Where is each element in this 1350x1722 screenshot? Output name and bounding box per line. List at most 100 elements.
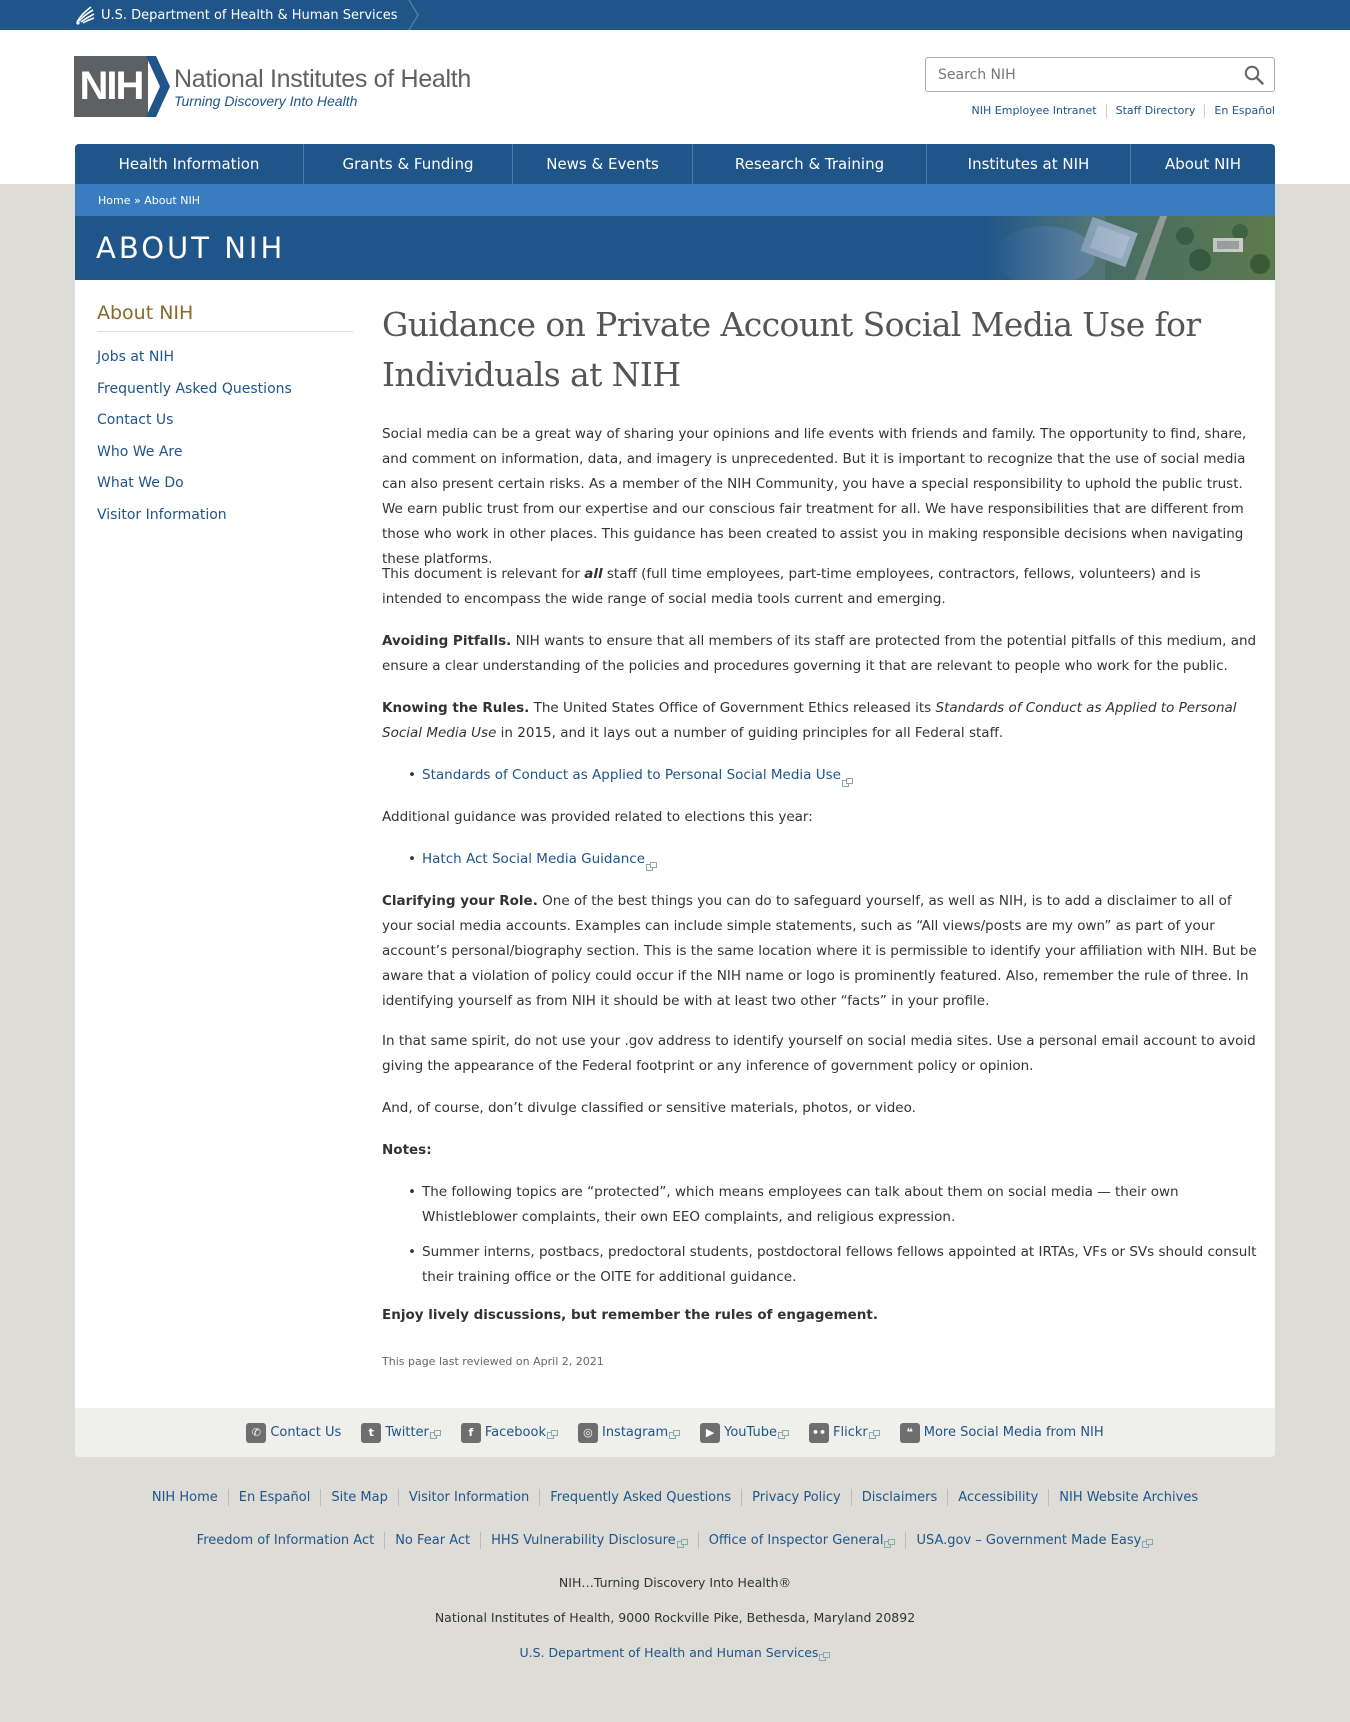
phone-icon: ✆	[246, 1422, 267, 1443]
link-text: HHS Vulnerability Disclosure	[491, 1533, 676, 1548]
footer-link[interactable]: Frequently Asked Questions	[539, 1489, 741, 1506]
last-reviewed: This page last reviewed on April 2, 2021	[382, 1355, 604, 1368]
footer-link[interactable]: Office of Inspector General	[697, 1532, 906, 1549]
external-link-icon	[429, 1428, 441, 1439]
search-box	[925, 57, 1275, 92]
social-more[interactable]: ❝ More Social Media from NIH	[899, 1422, 1104, 1443]
social-youtube[interactable]: ▶ YouTube	[700, 1422, 789, 1443]
paragraph-role: Clarifying your Role. One of the best th…	[382, 889, 1257, 1014]
hhs-link[interactable]: U.S. Department of Health & Human Servic…	[74, 0, 420, 31]
sidebar-item-what-we-do: What We Do	[97, 468, 353, 500]
footer-link[interactable]: NIH Home	[142, 1489, 228, 1506]
breadcrumb-separator: »	[130, 193, 145, 207]
footer-link[interactable]: USA.gov – Government Made Easy	[905, 1532, 1163, 1549]
page-title: Guidance on Private Account Social Media…	[382, 305, 1201, 394]
nav-grants-funding[interactable]: Grants & Funding	[304, 144, 513, 184]
nav-about-nih[interactable]: About NIH	[1131, 144, 1275, 184]
external-link-icon	[669, 1428, 681, 1439]
emphasis: all	[584, 566, 603, 582]
social-label: Contact Us	[270, 1425, 342, 1440]
nih-logo-mark: NIH	[74, 56, 170, 117]
paragraph-intro: Social media can be a great way of shari…	[382, 426, 1247, 567]
footer-link[interactable]: En Español	[227, 1489, 321, 1506]
breadcrumb-current: About NIH	[144, 193, 200, 207]
search-input[interactable]	[938, 64, 1228, 86]
paragraph-classified: And, of course, don’t divulge classified…	[382, 1100, 916, 1116]
text: The United States Office of Government E…	[529, 700, 936, 716]
notes-label: Notes:	[382, 1142, 432, 1158]
chat-bubbles-icon: ❝	[899, 1422, 920, 1443]
list-item: Hatch Act Social Media Guidance	[408, 847, 1257, 872]
footer-link[interactable]: No Fear Act	[384, 1532, 480, 1549]
sidebar-item-who-we-are: Who We Are	[97, 437, 353, 469]
nav-institutes[interactable]: Institutes at NIH	[927, 144, 1131, 184]
paragraph-relevance: This document is relevant for all staff …	[382, 562, 1257, 612]
social-flickr[interactable]: •• Flickr	[809, 1422, 880, 1443]
hatch-act-link[interactable]: Hatch Act Social Media Guidance	[422, 851, 645, 867]
paragraph-rules: Knowing the Rules. The United States Off…	[382, 696, 1257, 746]
footer-link[interactable]: Privacy Policy	[741, 1489, 851, 1506]
utility-links: NIH Employee Intranet Staff Directory En…	[963, 104, 1275, 118]
link-text: Office of Inspector General	[708, 1533, 884, 1548]
utility-link-espanol[interactable]: En Español	[1204, 104, 1275, 118]
list-item: Summer interns, postbacs, predoctoral st…	[408, 1240, 1257, 1290]
sidebar-link[interactable]: Visitor Information	[97, 507, 227, 523]
text: NIH wants to ensure that all members of …	[382, 633, 1257, 674]
sidebar-link[interactable]: Frequently Asked Questions	[97, 381, 292, 397]
nav-health-information[interactable]: Health Information	[75, 144, 304, 184]
footer-link[interactable]: NIH Website Archives	[1048, 1489, 1208, 1506]
footer-link[interactable]: Visitor Information	[397, 1489, 539, 1506]
lead-in: Avoiding Pitfalls.	[382, 633, 512, 649]
section-banner: ABOUT NIH	[75, 216, 1275, 280]
twitter-icon: t	[361, 1422, 382, 1443]
lead-in: Clarifying your Role.	[382, 893, 538, 909]
external-link-icon	[819, 1649, 831, 1661]
hhs-footer-link[interactable]: U.S. Department of Health and Human Serv…	[520, 1645, 819, 1660]
external-link-icon	[676, 1536, 688, 1548]
sidebar-item-jobs: Jobs at NIH	[97, 342, 353, 374]
notes-heading: Notes:	[382, 1138, 1257, 1163]
external-link-icon	[778, 1428, 789, 1439]
social-twitter[interactable]: t Twitter	[361, 1422, 441, 1443]
breadcrumb-home[interactable]: Home	[98, 194, 130, 207]
sidebar-link[interactable]: What We Do	[97, 475, 184, 491]
footer-link[interactable]: Disclaimers	[850, 1489, 948, 1506]
youtube-icon: ▶	[700, 1422, 721, 1443]
external-link-icon	[646, 855, 658, 871]
nih-wordmark: National Institutes of Health Turning Di…	[174, 65, 471, 109]
link-list-hatch: Hatch Act Social Media Guidance	[408, 847, 1257, 872]
footer-link[interactable]: Accessibility	[947, 1489, 1048, 1506]
utility-link-employee-intranet[interactable]: NIH Employee Intranet	[963, 104, 1106, 118]
nav-news-events[interactable]: News & Events	[513, 144, 693, 184]
search-icon[interactable]	[1244, 65, 1264, 85]
footer-link[interactable]: Freedom of Information Act	[187, 1532, 385, 1549]
paragraph-elections: Additional guidance was provided related…	[382, 809, 813, 825]
notes-list: The following topics are “protected”, wh…	[408, 1180, 1257, 1290]
footer-links-secondary: Freedom of Information Act No Fear Act H…	[0, 1532, 1350, 1549]
lead-in: Knowing the Rules.	[382, 700, 530, 716]
hhs-bar: U.S. Department of Health & Human Servic…	[0, 0, 1350, 31]
sidebar-link[interactable]: Contact Us	[97, 412, 173, 428]
external-link-icon	[884, 1536, 896, 1548]
sidebar-item-contact: Contact Us	[97, 405, 353, 437]
text: One of the best things you can do to saf…	[382, 893, 1257, 1009]
social-instagram[interactable]: ◎ Instagram	[577, 1422, 681, 1443]
social-contact-us[interactable]: ✆ Contact Us	[246, 1422, 342, 1443]
sidebar-item-visitor-info: Visitor Information	[97, 500, 353, 532]
social-facebook[interactable]: f Facebook	[460, 1422, 558, 1443]
nav-research-training[interactable]: Research & Training	[693, 144, 927, 184]
facebook-icon: f	[460, 1422, 481, 1443]
footer-address: National Institutes of Health, 9000 Rock…	[434, 1610, 916, 1625]
standards-of-conduct-link[interactable]: Standards of Conduct as Applied to Perso…	[422, 767, 841, 783]
footer-link[interactable]: Site Map	[320, 1489, 398, 1506]
utility-link-staff-directory[interactable]: Staff Directory	[1105, 104, 1205, 118]
sidebar-link[interactable]: Jobs at NIH	[97, 349, 174, 365]
sidebar-link[interactable]: Who We Are	[97, 444, 182, 460]
social-label: Instagram	[601, 1425, 669, 1440]
sidebar-title: About NIH	[97, 302, 353, 332]
footer-link[interactable]: HHS Vulnerability Disclosure	[480, 1532, 698, 1549]
closing-text: Enjoy lively discussions, but remember t…	[382, 1307, 878, 1323]
social-label: Facebook	[484, 1425, 546, 1440]
nih-logo[interactable]: NIH National Institutes of Health Turnin…	[74, 56, 471, 117]
article: Guidance on Private Account Social Media…	[382, 300, 1257, 1368]
